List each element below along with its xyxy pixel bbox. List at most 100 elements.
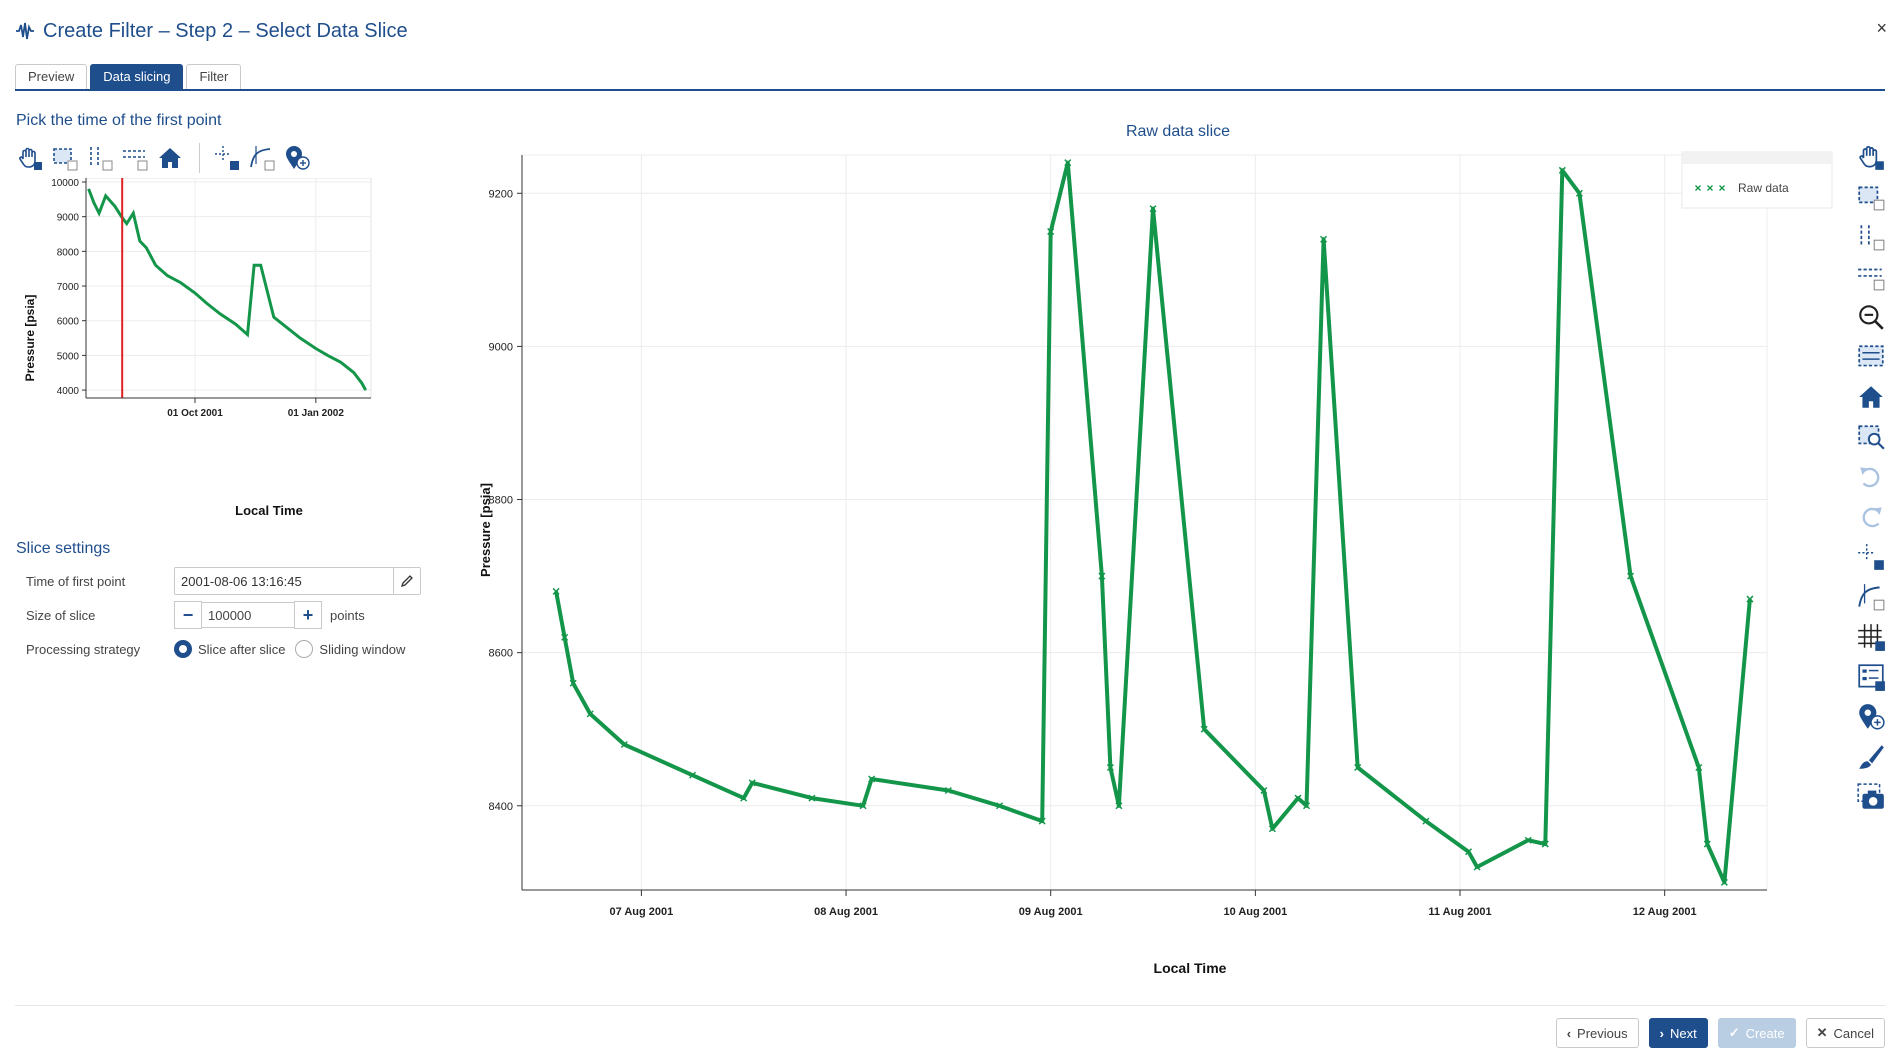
right-chart-toolbar (1855, 141, 1889, 821)
brush-icon[interactable] (1855, 741, 1887, 773)
close-button[interactable]: × (1876, 18, 1887, 39)
processing-strategy-label: Processing strategy (26, 641, 141, 657)
crosshair-icon[interactable] (213, 144, 241, 172)
radio-slice-after-slice[interactable]: Slice after slice (174, 640, 285, 658)
box-zoom-icon[interactable] (51, 144, 79, 172)
crosshair-icon[interactable] (1855, 541, 1887, 573)
overview-plot-area (85, 178, 372, 399)
raw-y-tick-label: 8400 (489, 801, 513, 813)
increment-button[interactable]: + (294, 601, 322, 629)
hover-pin-icon[interactable] (283, 144, 311, 172)
curve-tool-icon[interactable] (248, 144, 276, 172)
chevron-left-icon: ‹ (1566, 1025, 1572, 1041)
decrement-button[interactable]: − (174, 601, 202, 629)
slice-settings-title: Slice settings (16, 540, 111, 557)
create-label: Create (1745, 1025, 1785, 1041)
tab-bar: Preview Data slicing Filter (15, 64, 1885, 91)
overview-y-tick-label: 7000 (57, 282, 80, 293)
raw-x-tick-label: 10 Aug 2001 (1223, 906, 1287, 918)
raw-data-x-axis-label: Local Time (1154, 960, 1227, 976)
radio-unselected-indicator[interactable] (295, 640, 314, 658)
check-icon: ✓ (1728, 1025, 1740, 1040)
left-chart-toolbar (16, 143, 318, 173)
y-zoom-icon[interactable] (121, 144, 149, 172)
overview-y-tick-label: 6000 (57, 317, 80, 328)
pan-icon[interactable] (1855, 141, 1887, 173)
raw-y-tick-label: 8600 (489, 648, 513, 660)
chevron-right-icon: › (1659, 1025, 1664, 1041)
time-of-first-point-value: 2001-08-06 13:16:45 (181, 573, 302, 589)
x-zoom-icon[interactable] (1855, 221, 1887, 253)
size-of-slice-row: Size of slice − 100000 + points (26, 601, 365, 629)
waveform-icon (16, 22, 34, 40)
raw-data-chart[interactable]: Raw data slice 9200900088008600840007 Au… (470, 120, 1840, 980)
hover-pin-icon[interactable] (1855, 701, 1887, 733)
pan-icon[interactable] (16, 144, 44, 172)
overview-x-tick-label: 01 Oct 2001 (167, 408, 223, 419)
radio-sliding-window[interactable]: Sliding window (295, 640, 405, 658)
size-of-slice-label: Size of slice (26, 607, 96, 623)
size-of-slice-input[interactable]: 100000 (202, 602, 294, 628)
toolbar-separator (199, 143, 200, 173)
tab-filter[interactable]: Filter (186, 64, 242, 89)
raw-x-tick-label: 09 Aug 2001 (1019, 906, 1083, 918)
curve-tool-icon[interactable] (1855, 581, 1887, 613)
overview-y-tick-label: 8000 (57, 247, 80, 258)
raw-data-chart-title: Raw data slice (1126, 123, 1230, 140)
tab-data-slicing[interactable]: Data slicing (90, 64, 184, 89)
raw-data-series (552, 159, 1754, 886)
overview-x-axis-label: Local Time (235, 503, 303, 518)
footer-divider (15, 1005, 1885, 1006)
undo-icon[interactable] (1855, 461, 1887, 493)
raw-data-y-axis-label: Pressure [psia] (478, 483, 493, 577)
overview-x-tick-label: 01 Jan 2002 (288, 408, 345, 419)
pencil-icon[interactable] (393, 568, 420, 594)
previous-button[interactable]: ‹ Previous (1555, 1018, 1639, 1048)
dialog-footer: ‹ Previous › Next ✓ Create ✕ Cancel (1546, 1018, 1885, 1048)
size-unit-label: points (330, 607, 365, 623)
reset-zoom-icon[interactable] (1855, 341, 1887, 373)
radio-slice-after-slice-label: Slice after slice (198, 641, 286, 657)
radio-sliding-window-label: Sliding window (319, 641, 406, 657)
grid-icon[interactable] (1855, 621, 1887, 653)
zoom-out-icon[interactable] (1855, 301, 1887, 333)
y-zoom-icon[interactable] (1855, 261, 1887, 293)
cancel-button[interactable]: ✕ Cancel (1805, 1018, 1885, 1048)
size-of-slice-stepper: − 100000 + (174, 601, 322, 629)
raw-data-axes: 9200900088008600840007 Aug 2001 08 Aug 20… (489, 155, 1767, 918)
x-zoom-icon[interactable] (86, 144, 114, 172)
home-icon[interactable] (156, 144, 184, 172)
overview-chart[interactable]: 10000 9000 8000 7000 6000 5000 4000 01 Oct 2001… (16, 178, 456, 523)
camera-icon[interactable] (1855, 781, 1887, 813)
dialog-title: Create Filter – Step 2 – Select Data Sli… (43, 19, 408, 42)
legend-icon[interactable] (1855, 661, 1887, 693)
raw-x-tick-label: 07 Aug 2001 (609, 906, 673, 918)
overview-y-axis-label: Pressure [psia] (23, 295, 37, 382)
legend: Raw data (1681, 151, 1833, 209)
next-button[interactable]: › Next (1648, 1018, 1708, 1048)
overview-y-tick-label: 9000 (57, 213, 80, 224)
raw-x-tick-label: 11 Aug 2001 (1428, 906, 1491, 918)
tab-preview[interactable]: Preview (15, 64, 88, 89)
overview-grid (85, 178, 372, 399)
raw-x-tick-label: 12 Aug 2001 (1633, 906, 1697, 918)
time-of-first-point-field[interactable]: 2001-08-06 13:16:45 (174, 567, 421, 595)
overview-series (87, 188, 368, 391)
overview-y-tick-label: 10000 (51, 178, 79, 189)
radio-selected-indicator[interactable] (174, 640, 192, 658)
time-of-first-point-label: Time of first point (26, 573, 126, 589)
raw-x-tick-label: 08 Aug 2001 (814, 906, 878, 918)
box-zoom-icon[interactable] (1855, 181, 1887, 213)
zoom-to-fit-icon[interactable] (1855, 421, 1887, 453)
overview-y-tick-label: 4000 (57, 386, 80, 397)
create-button[interactable]: ✓ Create (1717, 1018, 1796, 1048)
dialog-header: Create Filter – Step 2 – Select Data Sli… (15, 16, 408, 46)
redo-icon[interactable] (1855, 501, 1887, 533)
cancel-label: Cancel (1833, 1025, 1874, 1041)
overview-data-line (87, 188, 368, 391)
raw-data-grid (521, 154, 1768, 891)
pick-section-title: Pick the time of the first point (16, 112, 222, 129)
raw-data-trace (554, 160, 1752, 885)
home-icon[interactable] (1855, 381, 1887, 413)
next-label: Next (1669, 1025, 1697, 1041)
